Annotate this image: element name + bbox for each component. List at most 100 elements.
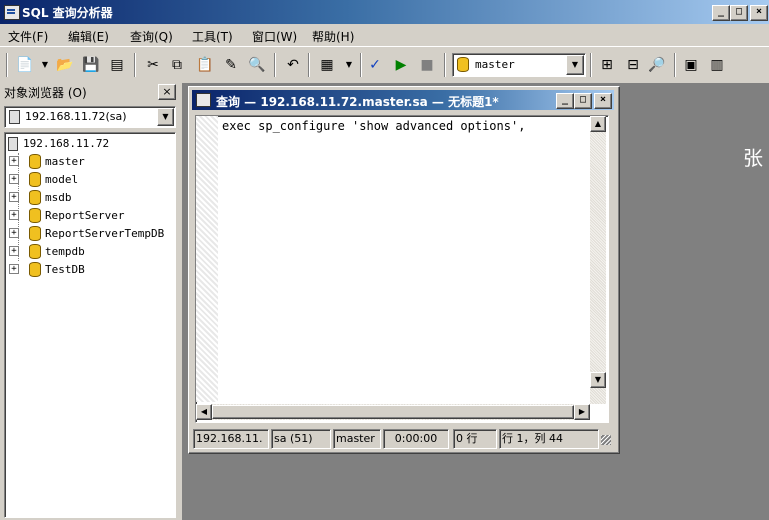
expand-plus-icon[interactable]: + bbox=[9, 246, 19, 256]
server-select[interactable]: 192.168.11.72(sa) ▼ bbox=[4, 106, 176, 128]
vertical-scrollbar[interactable]: ▲ ▼ bbox=[590, 116, 606, 404]
tree-label: 192.168.11.72 bbox=[23, 137, 110, 150]
object-browser-close-button[interactable]: × bbox=[158, 84, 176, 100]
close-button[interactable]: × bbox=[750, 5, 768, 21]
object-tree[interactable]: 192.168.11.72 + master + model + msdb + … bbox=[4, 132, 176, 518]
insert-template-icon[interactable]: ▤ bbox=[108, 56, 126, 74]
chevron-down-icon[interactable]: ▼ bbox=[157, 108, 174, 126]
tree-label: TestDB bbox=[45, 263, 85, 276]
object-browser-panel: 对象浏览器 (O) × 192.168.11.72(sa) ▼ 192.168.… bbox=[0, 82, 182, 520]
database-icon bbox=[29, 190, 41, 205]
save-icon[interactable]: 💾 bbox=[82, 56, 100, 74]
database-select-value: master bbox=[475, 58, 515, 71]
toolbar-grip bbox=[6, 53, 8, 77]
query-window-title: 查询 — 192.168.11.72.master.sa — 无标题1* bbox=[216, 95, 499, 109]
sql-code-line[interactable]: exec sp_configure 'show advanced options… bbox=[222, 119, 525, 133]
expand-plus-icon[interactable]: + bbox=[9, 228, 19, 238]
side-text: 张 bbox=[743, 146, 763, 170]
horizontal-scroll-thumb[interactable] bbox=[212, 405, 574, 419]
query-maximize-button[interactable]: □ bbox=[574, 93, 592, 109]
scroll-right-icon[interactable]: ▶ bbox=[574, 404, 590, 420]
database-icon bbox=[29, 226, 41, 241]
tree-label: master bbox=[45, 155, 85, 168]
results-mode-icon[interactable]: ▦ bbox=[318, 56, 336, 74]
expand-plus-icon[interactable]: + bbox=[9, 192, 19, 202]
toolbar-separator bbox=[444, 53, 446, 77]
toolbar-separator bbox=[590, 53, 592, 77]
database-select[interactable]: master ▼ bbox=[452, 53, 586, 77]
tree-node-database[interactable]: + master bbox=[5, 153, 175, 171]
menu-file[interactable]: 文件(F) bbox=[8, 28, 48, 45]
results-dropdown-icon[interactable]: ▼ bbox=[340, 56, 358, 74]
expand-plus-icon[interactable]: + bbox=[9, 156, 19, 166]
app-title: SQL 查询分析器 bbox=[22, 6, 113, 20]
object-search-icon[interactable]: 🔎 bbox=[648, 56, 666, 74]
server-icon bbox=[8, 137, 18, 151]
expand-plus-icon[interactable]: + bbox=[9, 174, 19, 184]
horizontal-scrollbar[interactable]: ◀ ▶ bbox=[196, 404, 590, 420]
expand-plus-icon[interactable]: + bbox=[9, 210, 19, 220]
copy-icon[interactable]: ⧉ bbox=[168, 56, 186, 74]
database-icon bbox=[29, 154, 41, 169]
query-minimize-button[interactable]: _ bbox=[556, 93, 574, 109]
tree-node-database[interactable]: + ReportServer bbox=[5, 207, 175, 225]
tree-node-database[interactable]: + tempdb bbox=[5, 243, 175, 261]
tree-node-database[interactable]: + ReportServerTempDB bbox=[5, 225, 175, 243]
sql-editor[interactable]: exec sp_configure 'show advanced options… bbox=[195, 115, 609, 423]
properties-icon[interactable]: ▣ bbox=[682, 56, 700, 74]
menu-tools[interactable]: 工具(T) bbox=[192, 28, 233, 45]
clear-window-icon[interactable]: ✎ bbox=[222, 56, 240, 74]
status-user: sa (51) bbox=[271, 429, 331, 449]
cut-icon[interactable]: ✂ bbox=[144, 56, 162, 74]
show-results-pane-icon[interactable]: ▥ bbox=[708, 56, 726, 74]
find-icon[interactable]: 🔍 bbox=[248, 56, 266, 74]
toolbar: 📄 ▼ 📂 💾 ▤ ✂ ⧉ 📋 ✎ 🔍 ↶ ▦ ▼ ✓ ▶ ■ ⊞ ⊟ 🔎 ▣ … bbox=[0, 46, 769, 83]
menu-bar: 文件(F) 编辑(E) 查询(Q) 工具(T) 窗口(W) 帮助(H) bbox=[0, 24, 769, 46]
menu-edit[interactable]: 编辑(E) bbox=[68, 28, 109, 45]
query-window-icon[interactable] bbox=[196, 93, 211, 107]
database-icon bbox=[457, 57, 469, 72]
app-title-bar[interactable]: SQL 查询分析器 _ □ × bbox=[0, 0, 769, 24]
query-window-title-bar[interactable]: 查询 — 192.168.11.72.master.sa — 无标题1* _ □… bbox=[192, 90, 614, 110]
database-icon bbox=[29, 244, 41, 259]
tree-label: ReportServer bbox=[45, 209, 125, 222]
object-browser-toggle-icon[interactable]: ⊟ bbox=[624, 56, 642, 74]
tree-node-database[interactable]: + msdb bbox=[5, 189, 175, 207]
toolbar-separator bbox=[308, 53, 310, 77]
execute-query-icon[interactable]: ▶ bbox=[392, 56, 410, 74]
toolbar-separator bbox=[360, 53, 362, 77]
tree-label: ReportServerTempDB bbox=[45, 227, 165, 240]
status-server: 192.168.11. bbox=[193, 429, 269, 449]
tree-node-server[interactable]: 192.168.11.72 bbox=[5, 135, 175, 153]
minimize-button[interactable]: _ bbox=[712, 5, 730, 21]
toolbar-separator bbox=[274, 53, 276, 77]
menu-window[interactable]: 窗口(W) bbox=[252, 28, 297, 45]
tree-node-database[interactable]: + TestDB bbox=[5, 261, 175, 279]
undo-icon[interactable]: ↶ bbox=[284, 56, 302, 74]
status-row-count: 0 行 bbox=[453, 429, 497, 449]
new-dropdown-icon[interactable]: ▼ bbox=[36, 56, 54, 74]
toolbar-separator bbox=[674, 53, 676, 77]
menu-help[interactable]: 帮助(H) bbox=[312, 28, 354, 45]
resize-grip-icon[interactable] bbox=[601, 435, 611, 445]
query-close-button[interactable]: × bbox=[594, 93, 612, 109]
menu-query[interactable]: 查询(Q) bbox=[130, 28, 173, 45]
chevron-down-icon[interactable]: ▼ bbox=[566, 55, 584, 75]
paste-icon[interactable]: 📋 bbox=[196, 56, 214, 74]
editor-gutter bbox=[196, 116, 218, 402]
parse-query-icon[interactable]: ✓ bbox=[366, 56, 384, 74]
scroll-left-icon[interactable]: ◀ bbox=[196, 404, 212, 420]
open-folder-icon[interactable]: 📂 bbox=[56, 56, 74, 74]
maximize-button[interactable]: □ bbox=[730, 5, 748, 21]
scroll-up-icon[interactable]: ▲ bbox=[590, 116, 606, 132]
display-plan-icon[interactable]: ⊞ bbox=[598, 56, 616, 74]
stop-query-icon[interactable]: ■ bbox=[418, 56, 436, 74]
expand-plus-icon[interactable]: + bbox=[9, 264, 19, 274]
new-query-icon[interactable]: 📄 bbox=[16, 56, 34, 74]
object-browser-title: 对象浏览器 (O) bbox=[4, 86, 87, 100]
app-icon[interactable] bbox=[4, 5, 20, 20]
scroll-down-icon[interactable]: ▼ bbox=[590, 372, 606, 388]
query-status-bar: 192.168.11. sa (51) master 0:00:00 0 行 行… bbox=[193, 429, 617, 449]
tree-node-database[interactable]: + model bbox=[5, 171, 175, 189]
status-database: master bbox=[333, 429, 381, 449]
